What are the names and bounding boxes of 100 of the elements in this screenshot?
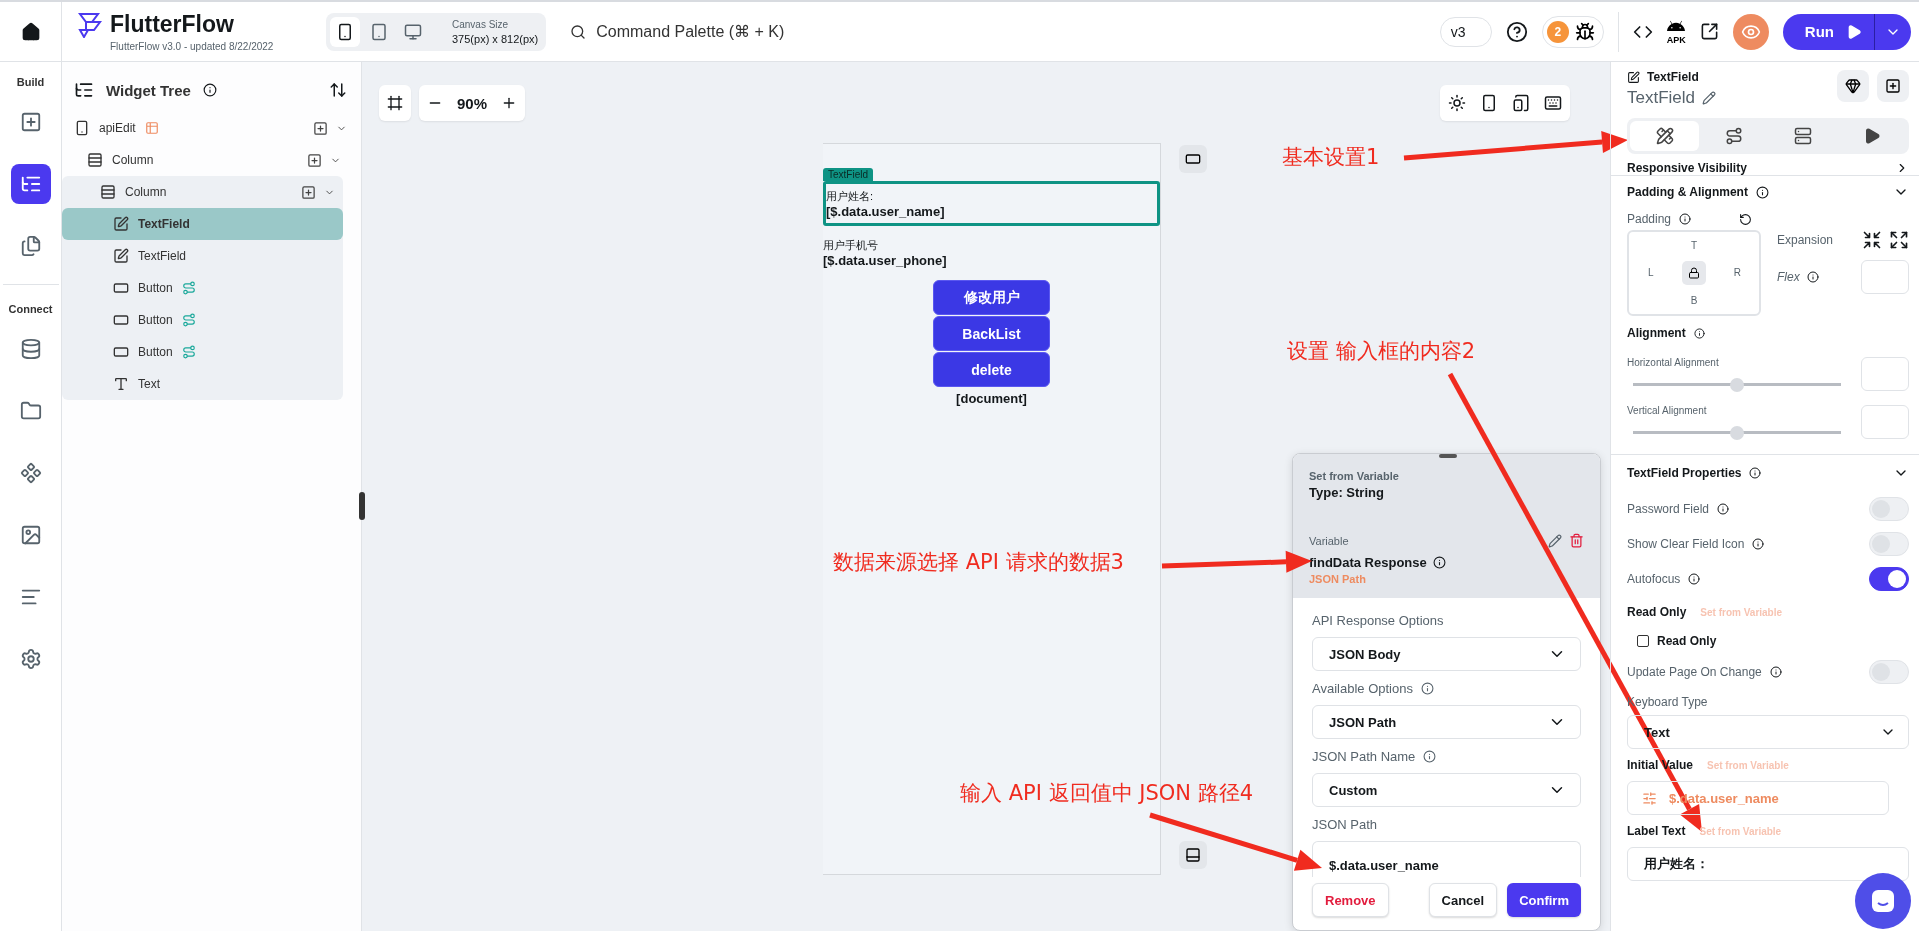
app-button[interactable]: delete (933, 352, 1050, 387)
table-icon (144, 121, 159, 135)
tree-item[interactable]: apiEdit (62, 112, 355, 144)
rail-section-label: Build (16, 76, 45, 88)
info-icon[interactable] (202, 83, 217, 97)
sun-icon[interactable] (1448, 94, 1466, 112)
widget-tree-button[interactable] (10, 164, 51, 204)
checkbox[interactable] (1637, 635, 1649, 647)
add-widget-icon[interactable] (307, 152, 322, 168)
reset-icon[interactable] (1739, 212, 1753, 226)
command-palette[interactable]: Command Palette (⌘ + K) (564, 21, 791, 42)
play-icon (1846, 23, 1862, 40)
annotation-text: 数据来源选择 API 请求的数据3 (833, 549, 1124, 576)
tree-item[interactable]: Column (62, 176, 343, 208)
confirm-button[interactable]: Confirm (1507, 883, 1581, 917)
tree-item[interactable]: Button (62, 272, 343, 304)
devices-icon[interactable] (1512, 94, 1530, 112)
page-icon (74, 120, 90, 136)
padding-editor[interactable]: T L R B (1627, 230, 1761, 316)
dropdown[interactable]: JSON Body (1312, 637, 1581, 671)
textfield-icon (113, 248, 129, 264)
design-tab[interactable] (1630, 121, 1699, 151)
canvas-size-value: 375(px) x 812(px) (452, 32, 539, 45)
column-icon (87, 152, 103, 168)
app-button[interactable]: BackList (933, 316, 1050, 351)
zoom-level: 90% (457, 94, 488, 112)
tree-item[interactable]: Button (62, 304, 343, 336)
info-icon[interactable] (1769, 665, 1782, 678)
panel-icon (1185, 847, 1201, 863)
dialog-subtitle: Set from Variable (1309, 470, 1400, 482)
info-icon[interactable] (1755, 185, 1769, 199)
toggle-switch[interactable] (1869, 566, 1909, 591)
tree-item[interactable]: TextField (62, 240, 343, 272)
app-button[interactable]: 修改用户 (933, 280, 1050, 315)
info-icon[interactable] (1806, 271, 1819, 283)
info-icon[interactable] (1749, 467, 1762, 479)
text-field[interactable]: 用户姓名: [$.data.user_name] (823, 181, 1160, 226)
tree-item[interactable]: Button (62, 336, 343, 368)
annotation-text: 设置 输入框的内容2 (1287, 338, 1476, 365)
add-widget-button[interactable] (1877, 70, 1909, 102)
phone-icon[interactable] (1480, 94, 1498, 112)
info-icon[interactable] (1752, 537, 1765, 550)
rail-section-label: Connect (8, 303, 53, 315)
delete-icon[interactable] (1569, 533, 1584, 548)
gem-button[interactable] (1837, 70, 1869, 102)
text-field[interactable]: 用户手机号 [$.data.user_phone] (820, 234, 1160, 272)
help-icon[interactable] (1505, 20, 1528, 43)
widget-button[interactable] (1179, 145, 1207, 173)
textfield-icon (113, 216, 129, 232)
panel-title: Widget Tree (106, 81, 191, 99)
expand-icon[interactable] (1889, 230, 1909, 250)
drag-handle[interactable] (1439, 454, 1457, 458)
checkbox-label: Read Only (1657, 634, 1717, 648)
button-icon (113, 280, 129, 296)
sort-icon[interactable] (329, 81, 347, 99)
tree-item[interactable]: Text (62, 368, 343, 400)
alignment-input[interactable] (1861, 357, 1909, 391)
lock-button[interactable] (1682, 261, 1706, 285)
alignment-input[interactable] (1861, 405, 1909, 439)
edit-icon[interactable] (1548, 533, 1562, 548)
resize-handle[interactable] (359, 492, 365, 520)
android-apk-button[interactable]: APK (1666, 18, 1686, 45)
info-icon[interactable] (1679, 213, 1692, 225)
components-icon (19, 462, 42, 484)
slider-label: Horizontal Alignment (1627, 356, 1720, 368)
remove-button[interactable]: Remove (1312, 883, 1389, 917)
info-icon[interactable] (1432, 556, 1446, 569)
info-icon[interactable] (1423, 749, 1437, 763)
field-label: Padding (1627, 212, 1672, 226)
chat-icon (1870, 888, 1896, 914)
fit-button[interactable] (379, 85, 411, 121)
tree-item[interactable]: TextField (62, 208, 343, 240)
chat-button[interactable] (1855, 873, 1911, 929)
dropdown[interactable]: JSON Path (1312, 705, 1581, 739)
cancel-button[interactable]: Cancel (1428, 883, 1498, 917)
flex-input[interactable] (1861, 260, 1909, 294)
document-text: [document] (956, 391, 1027, 406)
keyboard-icon[interactable] (1544, 94, 1562, 112)
run-button[interactable]: Run (1782, 13, 1911, 50)
field-label: Flex (1777, 270, 1800, 284)
panel-button[interactable] (1179, 841, 1207, 869)
info-icon[interactable] (1420, 681, 1434, 695)
edit-icon[interactable] (1702, 91, 1717, 105)
database-icon (19, 338, 42, 360)
add-widget-icon[interactable] (313, 120, 328, 136)
tree-item[interactable]: Column (62, 144, 349, 176)
device-button[interactable] (330, 16, 360, 47)
dropdown[interactable]: Custom (1312, 773, 1581, 807)
info-icon[interactable] (1693, 327, 1705, 339)
home-icon[interactable] (20, 21, 41, 42)
slider-thumb[interactable] (1730, 377, 1744, 392)
pages-icon (19, 235, 42, 257)
info-icon[interactable] (1688, 572, 1701, 585)
variable-source: JSON Path (1309, 573, 1367, 585)
add-widget-icon[interactable] (301, 184, 316, 200)
info-icon[interactable] (1717, 502, 1730, 515)
slider-thumb[interactable] (1730, 425, 1744, 440)
shrink-icon[interactable] (1862, 230, 1882, 250)
media-icon (19, 400, 42, 422)
external-link-icon[interactable] (1699, 22, 1719, 41)
